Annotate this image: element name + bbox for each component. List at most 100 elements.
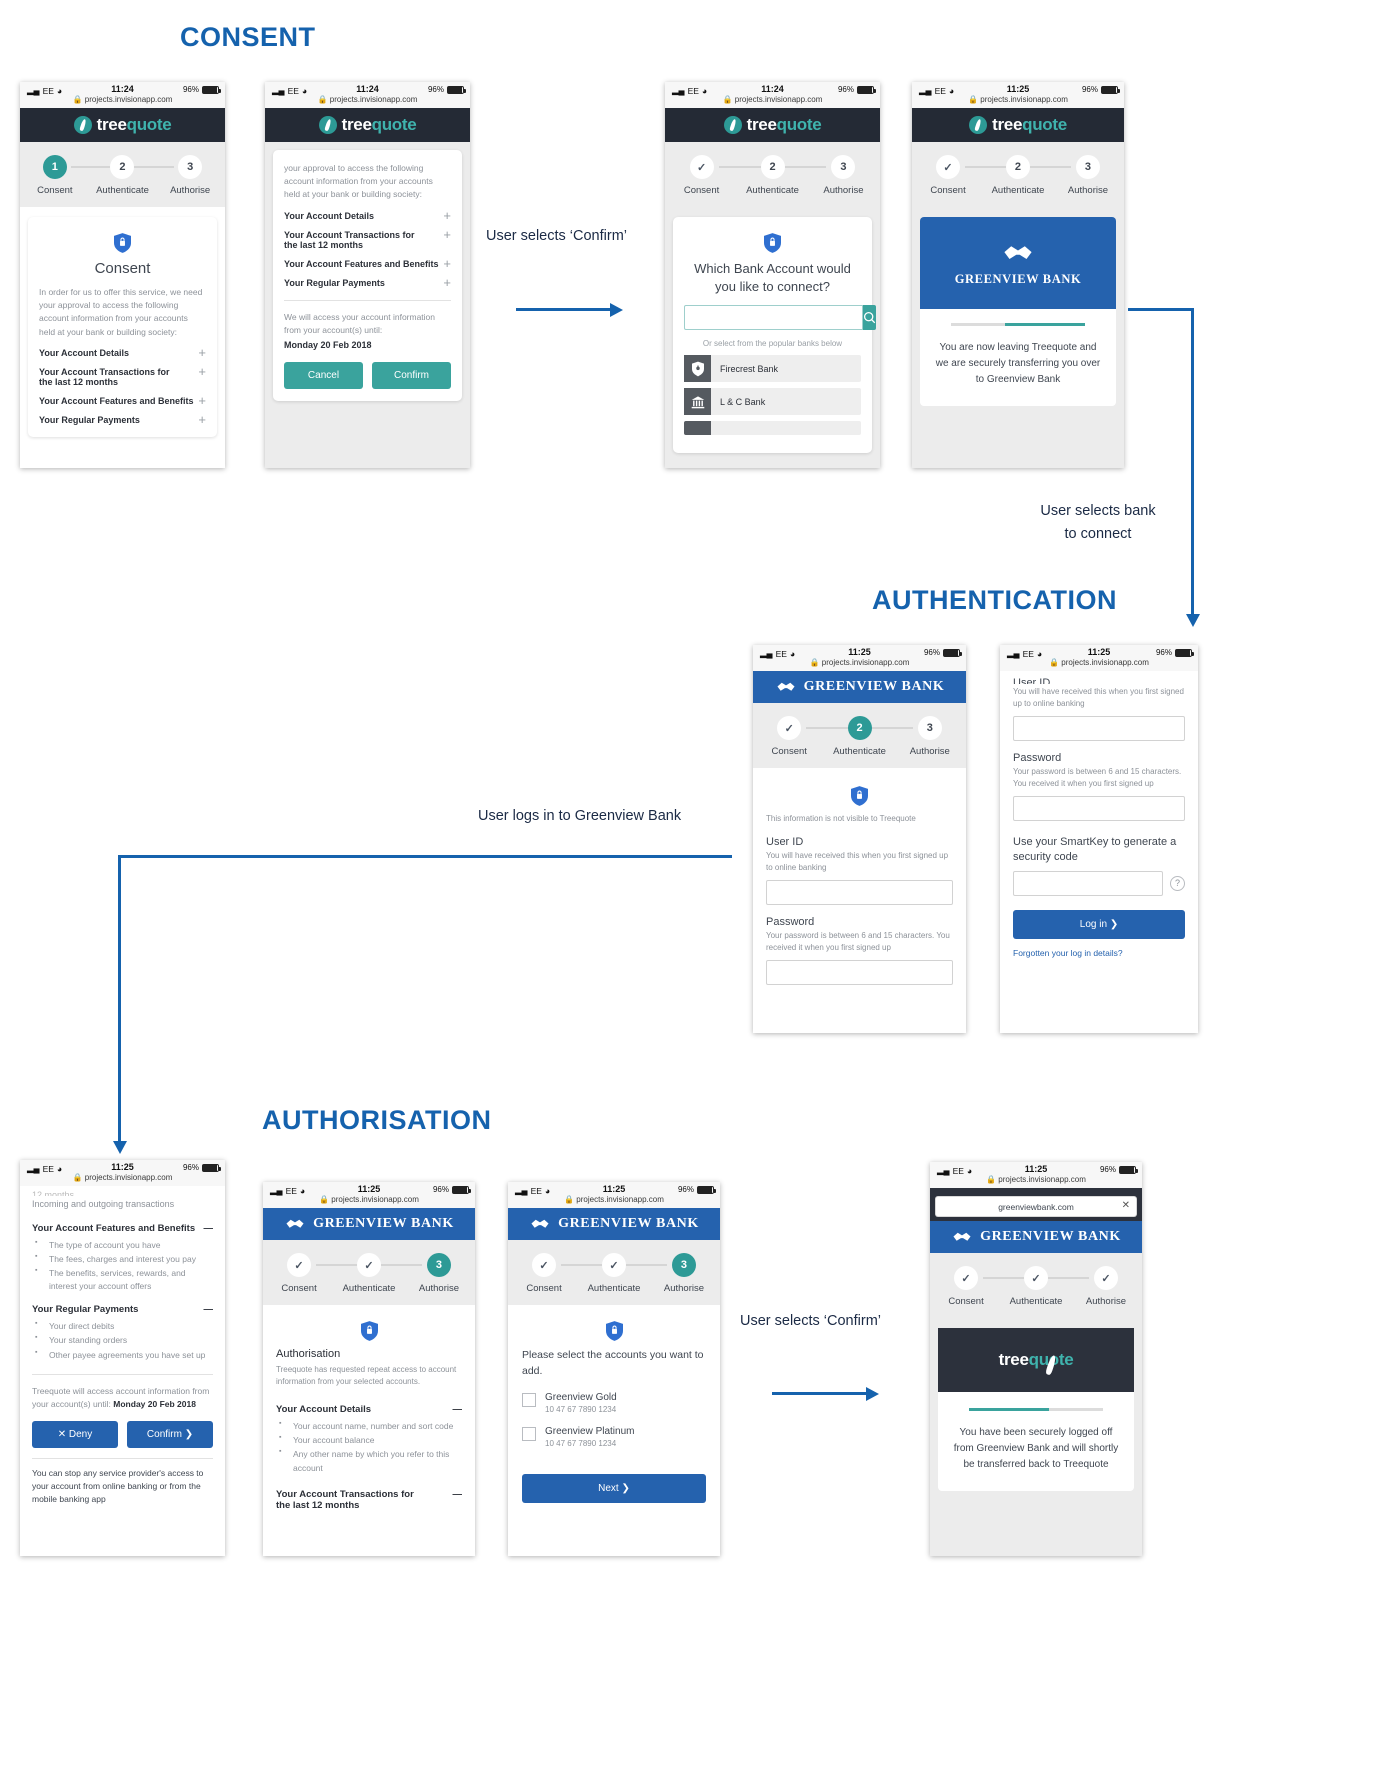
accordion-row[interactable]: Your Regular Payments + (284, 269, 451, 289)
accordion-row[interactable]: Your Regular Payments + (39, 406, 206, 426)
accordion-row[interactable]: Your Account Details + (39, 339, 206, 359)
close-icon[interactable]: ✕ (1122, 1200, 1130, 1211)
step-authenticate[interactable]: ✓ Authenticate (579, 1253, 649, 1294)
account-option[interactable]: Greenview Platinum 10 47 67 7890 1234 (522, 1426, 706, 1448)
bank-search-input[interactable] (684, 305, 863, 331)
accordion-row[interactable]: Your Account Details + (284, 202, 451, 222)
step-consent[interactable]: ✓ Consent (509, 1253, 579, 1294)
password-input[interactable] (1013, 796, 1185, 821)
bank-name-label: Firecrest Bank (720, 363, 779, 374)
logged-off-panel: You have been securely logged off from G… (938, 1392, 1134, 1491)
accordion-row[interactable]: Your Account Transactions for the last 1… (284, 221, 451, 250)
step-label-consent: Consent (948, 1296, 984, 1307)
payments-list: Your direct debits Your standing orders … (35, 1319, 213, 1362)
greenview-banner: GREENVIEW BANK (920, 217, 1116, 309)
login-button[interactable]: Log in ❯ (1013, 909, 1185, 939)
battery-icon (1101, 85, 1120, 94)
authorisation-card: Authorisation Treequote has requested re… (263, 1305, 475, 1556)
status-right: 96% (183, 1163, 221, 1172)
status-right: 96% (1081, 85, 1120, 94)
greenview-wordmark: GREENVIEW BANK (803, 679, 945, 694)
step-authorise[interactable]: 3 Authorise (156, 155, 224, 196)
accordion-row[interactable]: Your Account Features and Benefits + (39, 387, 206, 407)
browser-url-field[interactable]: greenviewbank.com ✕ (936, 1197, 1136, 1216)
status-right: 96% (1100, 1165, 1138, 1174)
battery-percent: 96% (923, 648, 940, 657)
status-bar: ▂▄ EE ◕ 11:25 96% 🔒 projects.invisionapp… (1000, 645, 1198, 671)
step-authenticate[interactable]: 2 Authenticate (737, 155, 808, 196)
userid-input[interactable] (766, 880, 953, 905)
bank-list-item-partial[interactable] (684, 421, 861, 436)
step-authenticate[interactable]: 2 Authenticate (824, 716, 894, 757)
search-icon[interactable] (863, 305, 876, 331)
step-consent[interactable]: ✓ Consent (931, 1266, 1001, 1307)
step-authenticate[interactable]: 2 Authenticate (983, 155, 1053, 196)
treequote-header: treequote (912, 108, 1124, 142)
divider (32, 1458, 213, 1460)
step-consent[interactable]: ✓ Consent (264, 1253, 334, 1294)
question-mark-icon[interactable]: ? (1170, 875, 1185, 891)
next-button[interactable]: Next ❯ (522, 1473, 706, 1503)
treequote-leaf-icon (723, 116, 742, 134)
payments-section-header[interactable]: Your Regular Payments — (32, 1304, 213, 1315)
transactions-section-header[interactable]: Your Account Transactions for the last 1… (276, 1489, 462, 1511)
greenview-wordmark: GREENVIEW BANK (980, 1229, 1121, 1244)
step-circle-2: 2 (847, 716, 872, 740)
phone-screen-select-accounts: ▂▄ EE ◕ 11:25 96% 🔒 projects.invisionapp… (508, 1182, 720, 1556)
consent-card: Consent In order for us to offer this se… (28, 217, 217, 437)
step-consent[interactable]: ✓ Consent (666, 155, 737, 196)
confirm-button[interactable]: Confirm ❯ (127, 1421, 213, 1449)
step-authorise[interactable]: 3 Authorise (808, 155, 879, 196)
bank-list-item[interactable]: L & C Bank (684, 388, 861, 416)
treequote-panel: treequote (938, 1328, 1134, 1392)
greenview-header: GREENVIEW BANK (508, 1208, 720, 1240)
userid-input[interactable] (1013, 716, 1185, 741)
stepper: ✓ Consent 2 Authenticate 3 Authorise (912, 142, 1124, 207)
step-authorise[interactable]: ✓ Authorise (1071, 1266, 1141, 1307)
accordion-row[interactable]: Your Account Features and Benefits + (284, 250, 451, 270)
account-checkbox[interactable] (522, 1392, 536, 1407)
login-form-scrolled: User ID You will have received this when… (1000, 671, 1198, 958)
deny-button[interactable]: ✕ Deny (32, 1421, 118, 1449)
step-consent[interactable]: 1 Consent (21, 155, 89, 196)
accordion-row[interactable]: Your Account Transactions for the last 1… (39, 358, 206, 387)
bank-select-card: Which Bank Account would you like to con… (673, 217, 876, 454)
account-checkbox[interactable] (522, 1426, 536, 1441)
minus-icon: — (452, 1404, 463, 1415)
battery-percent: 96% (837, 85, 854, 94)
step-authenticate[interactable]: ✓ Authenticate (1001, 1266, 1071, 1307)
step-authorise[interactable]: 3 Authorise (404, 1253, 474, 1294)
greenview-handshake-icon (951, 1229, 973, 1245)
step-consent[interactable]: ✓ Consent (913, 155, 983, 196)
bank-columns-icon (684, 388, 711, 416)
cancel-button[interactable]: Cancel (284, 361, 363, 389)
arrow-head-2 (1186, 614, 1200, 627)
step-authorise[interactable]: 3 Authorise (1053, 155, 1123, 196)
account-name: Greenview Platinum (545, 1425, 635, 1437)
minus-icon: — (203, 1222, 214, 1234)
authorisation-actions: ✕ Deny Confirm ❯ (32, 1421, 213, 1449)
step-authorise[interactable]: 3 Authorise (895, 716, 965, 757)
leaving-panel: You are now leaving Treequote and we are… (920, 309, 1116, 406)
details-section-header[interactable]: Your Account Details — (276, 1404, 462, 1415)
step-authorise[interactable]: 3 Authorise (649, 1253, 719, 1294)
features-section-header[interactable]: Your Account Features and Benefits — (32, 1223, 213, 1234)
account-option[interactable]: Greenview Gold 10 47 67 7890 1234 (522, 1392, 706, 1414)
logged-off-message: You have been securely logged off from G… (953, 1427, 1119, 1470)
url-label: 🔒 projects.invisionapp.com (72, 1173, 173, 1182)
battery-icon (447, 85, 466, 94)
step-authenticate[interactable]: ✓ Authenticate (334, 1253, 404, 1294)
bank-list-item[interactable]: Firecrest Bank (684, 355, 861, 383)
battery-icon (202, 85, 221, 94)
authorisation-intro: Treequote has requested repeat access to… (276, 1365, 457, 1386)
password-input[interactable] (766, 960, 953, 985)
url-label: 🔒 projects.invisionapp.com (1049, 658, 1149, 667)
step-label-authorise: Authorise (823, 185, 864, 196)
step-authenticate[interactable]: 2 Authenticate (89, 155, 157, 196)
battery-percent: 96% (1081, 85, 1098, 94)
security-code-input[interactable] (1013, 870, 1163, 896)
step-consent[interactable]: ✓ Consent (754, 716, 824, 757)
confirm-button[interactable]: Confirm (372, 361, 451, 389)
consent-actions: Cancel Confirm (284, 361, 451, 389)
forgotten-details-link[interactable]: Forgotten your log in details? (1013, 948, 1185, 958)
